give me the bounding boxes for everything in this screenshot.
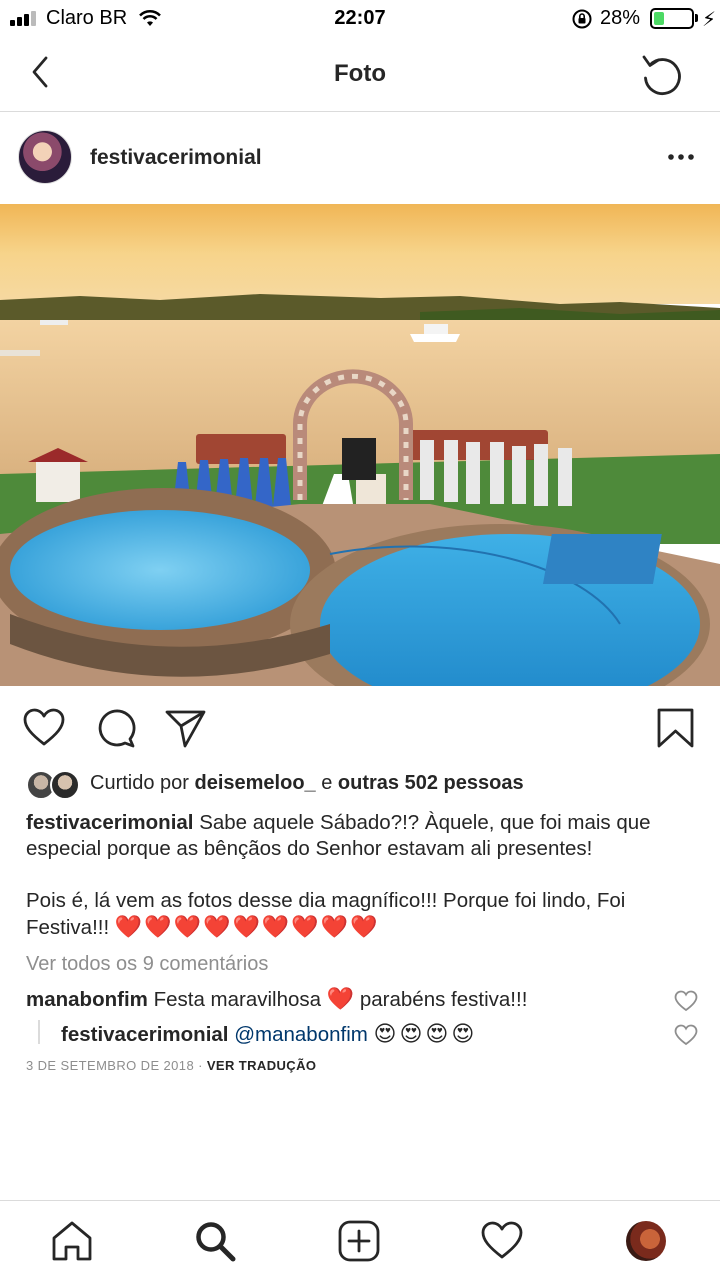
profile-avatar[interactable] [626, 1221, 666, 1261]
status-bar: Claro BR 22:07 28% ⚡︎ [0, 0, 720, 38]
bottom-tab-bar [0, 1200, 720, 1280]
refresh-icon[interactable] [636, 48, 688, 100]
comment-bubble-icon[interactable] [93, 706, 137, 750]
page-title: Foto [334, 60, 386, 87]
likes-text: Curtido por deisemeloo_ e outras 502 pes… [90, 772, 524, 795]
comment-emoji: ❤️ [326, 986, 355, 1011]
liker-username[interactable]: deisemeloo_ [195, 772, 316, 794]
activity-heart-icon[interactable] [480, 1219, 524, 1263]
bookmark-icon[interactable] [654, 706, 698, 750]
post-photo[interactable] [0, 204, 720, 686]
comment: manabonfim Festa maravilhosa ❤️ parabéns… [26, 986, 666, 1012]
comment-text: parabéns festiva!!! [359, 988, 528, 1011]
see-translation-link[interactable]: VER TRADUÇÃO [207, 1058, 317, 1073]
charging-bolt-icon: ⚡︎ [702, 9, 717, 31]
comment-username[interactable]: manabonfim [26, 988, 148, 1011]
comment-emoji: 😍😍😍😍 [373, 1021, 478, 1046]
liker-avatar [50, 770, 80, 800]
likes-summary[interactable]: Curtido por deisemeloo_ e outras 502 pes… [26, 768, 706, 802]
comment-like-heart-icon[interactable] [674, 1024, 698, 1046]
liker-avatars [26, 770, 82, 800]
comment-like-heart-icon[interactable] [674, 990, 698, 1012]
post-date: 3 DE SETEMBRO DE 2018 [26, 1058, 195, 1073]
post-caption: festivacerimonial Sabe aquele Sábado?!? … [26, 810, 698, 941]
comment-reply: festivacerimonial @manabonfim 😍😍😍😍 [61, 1021, 701, 1047]
likes-count[interactable]: outras 502 pessoas [338, 772, 524, 794]
battery-percent: 28% [600, 7, 641, 29]
meta-separator: · [198, 1058, 203, 1073]
comment-text: Festa maravilhosa [153, 988, 322, 1011]
author-avatar[interactable] [18, 130, 72, 184]
reply-indent-line [38, 1020, 40, 1044]
battery-level [654, 12, 664, 25]
caption-username[interactable]: festivacerimonial [26, 811, 194, 834]
more-horizontal-icon[interactable] [666, 152, 696, 162]
wedding-photo-illustration [0, 204, 720, 686]
new-post-icon[interactable] [337, 1219, 381, 1263]
post-actions [0, 686, 720, 770]
comment-username[interactable]: festivacerimonial [61, 1023, 229, 1046]
search-icon[interactable] [193, 1219, 237, 1263]
author-username[interactable]: festivacerimonial [90, 146, 262, 170]
home-icon[interactable] [50, 1219, 94, 1263]
battery-icon [650, 8, 694, 29]
post-meta: 3 DE SETEMBRO DE 2018 · VER TRADUÇÃO [26, 1058, 316, 1073]
nav-header: Foto [0, 38, 720, 112]
share-paper-plane-icon[interactable] [163, 706, 207, 750]
post-header: festivacerimonial [0, 112, 720, 204]
comment-mention[interactable]: @manabonfim [234, 1023, 368, 1046]
likes-joiner: e [321, 772, 333, 794]
caption-hearts: ❤️❤️❤️❤️❤️❤️❤️❤️❤️ [114, 914, 380, 939]
likes-prefix: Curtido por [90, 772, 189, 794]
rotation-lock-icon [572, 9, 592, 29]
view-all-comments-link[interactable]: Ver todos os 9 comentários [26, 953, 268, 976]
battery-tip [695, 14, 698, 22]
like-heart-icon[interactable] [22, 706, 66, 750]
